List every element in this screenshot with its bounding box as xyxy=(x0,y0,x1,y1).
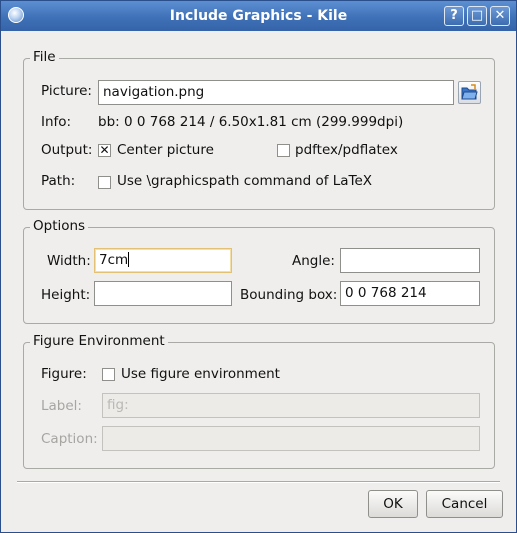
center-picture-label[interactable]: Center picture xyxy=(117,142,214,158)
file-group-title: File xyxy=(30,49,59,65)
bounding-box-field[interactable]: 0 0 768 214 xyxy=(340,281,480,306)
figure-label-field[interactable]: fig: xyxy=(102,393,480,418)
title-bar[interactable]: Include Graphics - Kile ? □ ✕ xyxy=(1,1,516,31)
info-label: Info: xyxy=(41,114,72,130)
include-graphics-dialog: Include Graphics - Kile ? □ ✕ File Pictu… xyxy=(0,0,517,533)
height-field[interactable] xyxy=(94,281,232,306)
separator xyxy=(17,481,500,483)
pdftex-checkbox[interactable] xyxy=(277,144,290,157)
figure-label: Figure: xyxy=(41,366,87,382)
bounding-box-label: Bounding box: xyxy=(240,287,338,303)
pdftex-label[interactable]: pdftex/pdflatex xyxy=(295,142,398,158)
width-label: Width: xyxy=(47,253,91,269)
options-group: Options xyxy=(23,218,495,324)
graphicspath-label[interactable]: Use \graphicspath command of LaTeX xyxy=(117,173,372,189)
ok-button[interactable]: OK xyxy=(368,490,418,518)
window-title: Include Graphics - Kile xyxy=(169,8,348,24)
folder-open-icon xyxy=(461,84,478,100)
text-caret xyxy=(128,252,130,267)
output-label: Output: xyxy=(41,142,93,158)
width-value: 7cm xyxy=(99,252,129,268)
use-figure-label[interactable]: Use figure environment xyxy=(121,366,280,382)
picture-field[interactable]: navigation.png xyxy=(98,80,454,105)
graphicspath-checkbox[interactable] xyxy=(98,176,111,189)
close-button[interactable]: ✕ xyxy=(490,6,510,26)
info-value: bb: 0 0 768 214 / 6.50x1.81 cm (299.999d… xyxy=(98,114,404,130)
caption-label: Caption: xyxy=(41,431,98,447)
path-label: Path: xyxy=(41,173,76,189)
cancel-button[interactable]: Cancel xyxy=(426,490,503,518)
caption-field[interactable] xyxy=(102,426,480,451)
figure-label-label: Label: xyxy=(41,398,82,414)
center-picture-checkbox[interactable]: ✕ xyxy=(98,144,111,157)
help-button[interactable]: ? xyxy=(444,6,464,26)
height-label: Height: xyxy=(41,287,91,303)
angle-field[interactable] xyxy=(340,248,480,273)
options-group-title: Options xyxy=(30,218,89,234)
figure-group-title: Figure Environment xyxy=(30,333,168,349)
use-figure-checkbox[interactable] xyxy=(102,368,115,381)
width-field[interactable]: 7cm xyxy=(94,248,232,273)
picture-label: Picture: xyxy=(41,83,92,99)
browse-button[interactable] xyxy=(458,81,481,104)
maximize-button[interactable]: □ xyxy=(467,6,487,26)
angle-label: Angle: xyxy=(292,253,335,269)
